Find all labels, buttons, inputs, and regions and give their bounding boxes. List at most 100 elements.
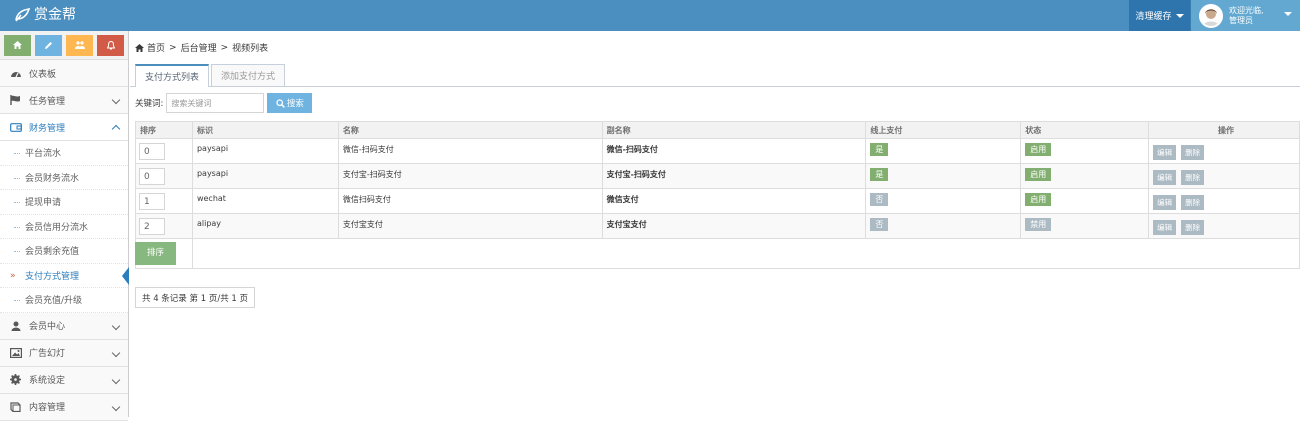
sidebar-item-tasks[interactable]: 任务管理 [0,87,128,114]
online-cell: 否 [865,213,1022,239]
user-menu[interactable]: 欢迎光临, 管理员 [1190,0,1300,31]
breadcrumb-home-link[interactable]: 首页 [147,41,165,54]
search-icon [276,98,285,108]
online-badge: 是 [870,168,889,181]
table-footer-row: 排序 [135,238,1300,269]
pencil-shortcut-button[interactable] [35,34,62,56]
breadcrumb-separator: > [220,42,229,53]
clear-cache-menu[interactable]: 清理缓存 [1129,0,1190,31]
col-header-online[interactable]: 线上支付 [865,121,1022,139]
delete-button[interactable]: 删除 [1181,170,1205,185]
sidebar-subitem-withdraw-requests[interactable]: 提现申请 [0,190,128,215]
finance-submenu: 平台流水 会员财务流水 提现申请 会员信用分流水 会员剩余充值 » 支付方式管理… [0,141,129,313]
sidebar-item-label: 财务管理 [29,123,66,134]
sort-order-input[interactable]: 0 [139,143,165,160]
code-cell: wechat [191,188,339,214]
breadcrumb-admin-link[interactable]: 后台管理 [181,41,217,54]
delete-button[interactable]: 删除 [1181,195,1205,210]
col-header-name[interactable]: 名称 [337,121,603,139]
home-icon [13,41,22,49]
code-cell: paysapi [191,163,339,189]
sort-submit-button[interactable]: 排序 [135,242,177,265]
sidebar-item-finance[interactable]: 财务管理 [0,114,128,141]
name-cell: 微信扫码支付 [337,188,603,214]
status-badge[interactable]: 启用 [1025,168,1052,181]
name-cell: 支付宝-扫码支付 [337,163,603,189]
sidebar-subitem-recharge-upgrade[interactable]: 会员充值/升级 [0,288,128,313]
col-header-code[interactable]: 标识 [191,121,339,139]
status-cell: 启用 [1020,138,1150,164]
sidebar-item-members[interactable]: 会员中心 [0,312,128,340]
table-row: 0 paysapi 微信-扫码支付 微信-扫码支付 是 启用 编辑 删除 [135,138,1300,164]
sort-order-input[interactable]: 1 [139,193,165,210]
sort-cell: 2 [135,213,193,239]
sidebar-subitem-payment-methods[interactable]: » 支付方式管理 [0,264,129,288]
welcome-text: 欢迎光临, [1229,5,1264,15]
search-input[interactable]: 搜索关键词 [166,93,265,113]
sidebar-item-label: 仪表板 [29,69,57,80]
edit-button[interactable]: 编辑 [1153,145,1177,160]
chevron-down-icon [1284,12,1292,16]
home-shortcut-button[interactable] [4,34,31,56]
sidebar-subitem-remaining-recharge[interactable]: 会员剩余充值 [0,239,128,264]
tab-add-payment[interactable]: 添加支付方式 [211,64,286,86]
leaf-icon [15,8,30,22]
tab-payment-list[interactable]: 支付方式列表 [135,64,210,87]
edit-button[interactable]: 编辑 [1153,220,1177,235]
alias-cell: 微信支付 [601,188,867,214]
search-button-label: 搜索 [286,99,304,109]
sidebar-item-settings[interactable]: 系统设定 [0,366,128,394]
sidebar-item-content[interactable]: 内容管理 [0,393,128,421]
sidebar-item-ads[interactable]: 广告幻灯 [0,339,128,367]
users-shortcut-button[interactable] [66,34,93,56]
brand[interactable]: 赏金帮 [14,5,76,25]
gear-icon [9,374,22,385]
alias-cell: 支付宝支付 [601,213,867,239]
dashboard-icon [9,69,22,78]
tab-bar: 支付方式列表 添加支付方式 [135,64,287,87]
edit-button[interactable]: 编辑 [1153,195,1177,210]
col-header-status[interactable]: 状态 [1020,121,1150,139]
pagination-info: 共 4 条记录 第 1 页/共 1 页 [135,287,256,308]
col-header-ops: 操作 [1148,121,1300,139]
breadcrumb-separator: > [169,42,177,53]
avatar [1199,3,1223,28]
sort-submit-cell: 排序 [135,238,193,269]
status-badge[interactable]: 启用 [1025,193,1052,206]
online-badge: 否 [870,193,889,206]
book-icon [9,401,22,412]
delete-button[interactable]: 删除 [1181,145,1205,160]
table-row: 0 paysapi 支付宝-扫码支付 支付宝-扫码支付 是 启用 编辑 删除 [135,163,1300,189]
sidebar-subitem-platform-flow[interactable]: 平台流水 [0,141,128,166]
ops-cell: 编辑 删除 [1148,188,1300,214]
status-cell: 禁用 [1020,213,1150,239]
ops-cell: 编辑 删除 [1148,138,1300,164]
sort-order-input[interactable]: 0 [139,168,165,185]
sort-cell: 0 [135,163,193,189]
delete-button[interactable]: 删除 [1181,220,1205,235]
col-header-sort[interactable]: 排序 [135,121,193,139]
alias-cell: 微信-扫码支付 [601,138,867,164]
search-form: 关键词: 搜索关键词 搜索 [135,93,313,113]
sidebar-subitem-member-finance-flow[interactable]: 会员财务流水 [0,166,128,190]
sidebar-item-label: 内容管理 [29,403,66,413]
online-cell: 否 [865,188,1022,214]
search-button[interactable]: 搜索 [267,93,313,113]
col-header-alias[interactable]: 副名称 [601,121,867,139]
double-angle-right-icon: » [10,270,16,281]
payment-methods-table: 排序 标识 名称 副名称 线上支付 状态 操作 0 paysapi 微信-扫码支… [135,121,1300,269]
status-badge[interactable]: 禁用 [1025,218,1052,231]
code-cell: paysapi [191,138,339,164]
wallet-icon [9,122,22,132]
sort-order-input[interactable]: 2 [139,218,165,235]
sidebar-subitem-credit-score-flow[interactable]: 会员信用分流水 [0,215,128,239]
status-badge[interactable]: 启用 [1025,143,1052,156]
edit-button[interactable]: 编辑 [1153,170,1177,185]
bell-shortcut-button[interactable] [97,34,124,56]
user-role: 管理员 [1229,15,1253,25]
breadcrumb: 首页 > 后台管理 > 视频列表 [130,31,1300,64]
sidebar-item-dashboard[interactable]: 仪表板 [0,60,128,87]
online-badge: 否 [870,218,889,231]
chevron-up-icon [111,124,121,134]
table-row: 2 alipay 支付宝支付 支付宝支付 否 禁用 编辑 删除 [135,213,1300,239]
